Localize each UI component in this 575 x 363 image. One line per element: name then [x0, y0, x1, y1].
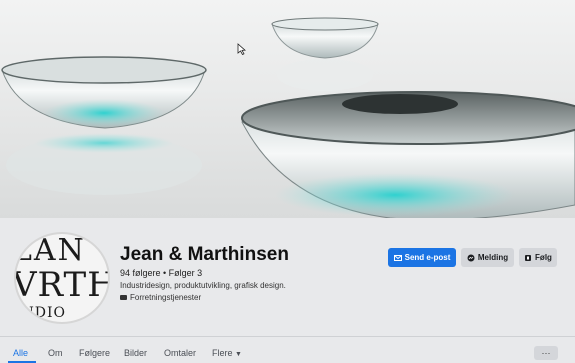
- mouse-cursor-icon: [237, 43, 246, 55]
- messenger-icon: [467, 254, 475, 261]
- avatar-logo-line-1: LAN: [14, 233, 86, 268]
- avatar-logo-line-2: VRTH: [14, 265, 110, 305]
- profile-tabs: Alle Om Følgere Bilder Omtaler Flere ▼: [0, 344, 575, 363]
- cover-bowls-illustration: [1, 17, 575, 218]
- tab-more-label: Flere: [212, 348, 233, 358]
- tab-all[interactable]: Alle: [13, 348, 28, 358]
- page-category: Forretningstjenester: [120, 293, 201, 302]
- tab-photos[interactable]: Bilder: [124, 348, 147, 358]
- follow-label: Følg: [535, 253, 552, 262]
- header-divider: [0, 336, 575, 337]
- page-description: Industridesign, produktutvikling, grafis…: [120, 281, 286, 290]
- tab-about[interactable]: Om: [48, 348, 63, 358]
- tab-more[interactable]: Flere ▼: [212, 348, 242, 358]
- message-button[interactable]: Melding: [461, 248, 514, 267]
- briefcase-icon: [120, 295, 127, 300]
- category-label: Forretningstjenester: [130, 293, 202, 302]
- page-title: Jean & Marthinsen: [120, 244, 289, 265]
- envelope-icon: [393, 254, 402, 261]
- avatar[interactable]: LAN VRTH UDIO: [14, 232, 110, 324]
- message-label: Melding: [477, 253, 509, 262]
- cover-photo[interactable]: [0, 0, 575, 218]
- chevron-down-icon: ▼: [235, 351, 242, 358]
- avatar-logo-line-3: UDIO: [22, 305, 67, 321]
- follower-stats[interactable]: 94 følgere • Følger 3: [120, 268, 202, 278]
- follow-icon: [525, 254, 532, 261]
- tab-reviews[interactable]: Omtaler: [164, 348, 196, 358]
- send-email-label: Send e-post: [404, 253, 451, 262]
- follow-button[interactable]: Følg: [519, 248, 557, 267]
- tab-followers[interactable]: Følgere: [79, 348, 110, 358]
- send-email-button[interactable]: Send e-post: [388, 248, 456, 267]
- avatar-logo: LAN VRTH UDIO: [14, 233, 110, 321]
- more-options-button[interactable]: ···: [534, 346, 558, 360]
